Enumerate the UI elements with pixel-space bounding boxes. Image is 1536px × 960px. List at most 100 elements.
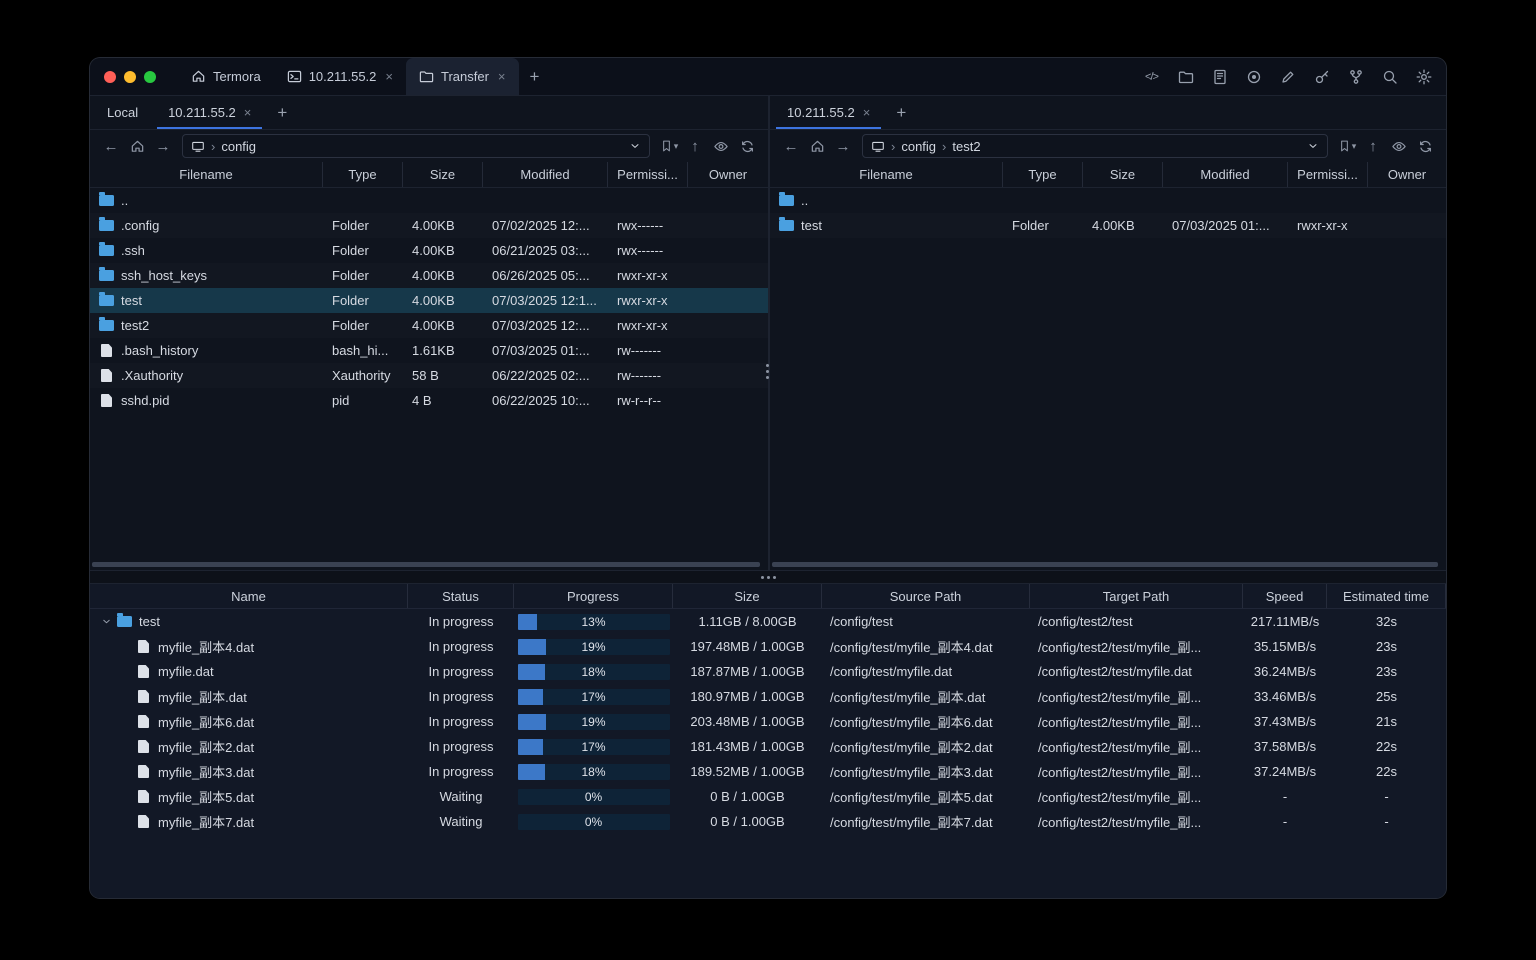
tab-host-session[interactable]: 10.211.55.2 × bbox=[274, 58, 406, 95]
upload-button[interactable]: ↑ bbox=[683, 134, 707, 158]
column-header-owner[interactable]: Owner bbox=[1368, 162, 1446, 187]
file-modified: 07/03/2025 12:1... bbox=[492, 293, 597, 308]
tab-termora[interactable]: Termora bbox=[178, 58, 274, 95]
file-size: 1.61KB bbox=[412, 343, 455, 358]
file-row[interactable]: .config Folder 4.00KB 07/02/2025 12:... … bbox=[90, 213, 768, 238]
right-file-panel: 10.211.55.2 × + ← → › config › test2 ▾ ↑… bbox=[770, 96, 1446, 570]
left-tab-local[interactable]: Local bbox=[92, 96, 153, 129]
transfer-status: In progress bbox=[428, 714, 494, 729]
column-header-size[interactable]: Size bbox=[1083, 162, 1163, 187]
column-header-modified[interactable]: Modified bbox=[1163, 162, 1288, 187]
new-tab-button[interactable]: + bbox=[519, 58, 551, 95]
file-row[interactable]: sshd.pid pid 4 B 06/22/2025 10:... rw-r-… bbox=[90, 388, 768, 413]
close-window-button[interactable] bbox=[104, 70, 116, 83]
zoom-window-button[interactable] bbox=[144, 70, 156, 83]
left-add-tab-button[interactable]: + bbox=[266, 96, 298, 129]
bookmark-button[interactable]: ▾ bbox=[657, 134, 681, 158]
forward-button[interactable]: → bbox=[831, 134, 855, 158]
chevron-down-icon[interactable] bbox=[1307, 140, 1319, 152]
forward-button[interactable]: → bbox=[151, 134, 175, 158]
chevron-down-icon[interactable] bbox=[629, 140, 641, 152]
right-tab-host[interactable]: 10.211.55.2 × bbox=[772, 96, 885, 129]
column-header-permissions[interactable]: Permissi... bbox=[608, 162, 688, 187]
left-path-bar[interactable]: › config bbox=[182, 134, 650, 158]
column-header-source-path[interactable]: Source Path bbox=[822, 584, 1030, 608]
code-icon[interactable]: </> bbox=[1143, 68, 1160, 85]
file-modified: 06/22/2025 02:... bbox=[492, 368, 590, 383]
left-tab-host[interactable]: 10.211.55.2 × bbox=[153, 96, 266, 129]
file-row[interactable]: ssh_host_keys Folder 4.00KB 06/26/2025 0… bbox=[90, 263, 768, 288]
file-row-selected[interactable]: test Folder 4.00KB 07/03/2025 12:1... rw… bbox=[90, 288, 768, 313]
transfer-row[interactable]: myfile_副本.dat In progress 17% 180.97MB /… bbox=[90, 684, 1446, 709]
horizontal-scrollbar[interactable] bbox=[92, 562, 760, 567]
progress-bar: 18% bbox=[517, 763, 670, 780]
macro-record-icon[interactable] bbox=[1245, 68, 1262, 85]
home-button[interactable] bbox=[125, 134, 149, 158]
file-row[interactable]: .bash_history bash_hi... 1.61KB 07/03/20… bbox=[90, 338, 768, 363]
transfer-eta: 22s bbox=[1376, 739, 1397, 754]
refresh-icon[interactable] bbox=[735, 134, 759, 158]
file-type: Folder bbox=[1012, 218, 1049, 233]
file-row[interactable]: .ssh Folder 4.00KB 06/21/2025 03:... rwx… bbox=[90, 238, 768, 263]
column-header-size[interactable]: Size bbox=[673, 584, 822, 608]
file-row[interactable]: .Xauthority Xauthority 58 B 06/22/2025 0… bbox=[90, 363, 768, 388]
horizontal-splitter[interactable] bbox=[90, 570, 1446, 584]
journal-icon[interactable] bbox=[1211, 68, 1228, 85]
column-header-modified[interactable]: Modified bbox=[483, 162, 608, 187]
show-hidden-icon[interactable] bbox=[709, 134, 733, 158]
transfer-row[interactable]: myfile_副本2.dat In progress 17% 181.43MB … bbox=[90, 734, 1446, 759]
column-header-type[interactable]: Type bbox=[323, 162, 403, 187]
horizontal-scrollbar[interactable] bbox=[772, 562, 1438, 567]
back-button[interactable]: ← bbox=[99, 134, 123, 158]
close-icon[interactable]: × bbox=[385, 69, 393, 84]
column-header-filename[interactable]: Filename bbox=[770, 162, 1003, 187]
tab-label: 10.211.55.2 bbox=[308, 69, 377, 84]
close-icon[interactable]: × bbox=[863, 105, 871, 120]
search-icon[interactable] bbox=[1381, 68, 1398, 85]
close-icon[interactable]: × bbox=[244, 105, 252, 120]
refresh-icon[interactable] bbox=[1413, 134, 1437, 158]
column-header-estimated-time[interactable]: Estimated time bbox=[1327, 584, 1446, 608]
column-header-permissions[interactable]: Permissi... bbox=[1288, 162, 1368, 187]
expand-chevron-icon[interactable] bbox=[98, 614, 114, 630]
folder-icon[interactable] bbox=[1177, 68, 1194, 85]
transfer-row[interactable]: myfile_副本3.dat In progress 18% 189.52MB … bbox=[90, 759, 1446, 784]
transfer-row[interactable]: myfile.dat In progress 18% 187.87MB / 1.… bbox=[90, 659, 1446, 684]
back-button[interactable]: ← bbox=[779, 134, 803, 158]
transfer-row[interactable]: myfile_副本4.dat In progress 19% 197.48MB … bbox=[90, 634, 1446, 659]
home-button[interactable] bbox=[805, 134, 829, 158]
upload-button[interactable]: ↑ bbox=[1361, 134, 1385, 158]
column-header-size[interactable]: Size bbox=[403, 162, 483, 187]
tab-transfer[interactable]: Transfer × bbox=[406, 58, 519, 95]
file-row[interactable]: test2 Folder 4.00KB 07/03/2025 12:... rw… bbox=[90, 313, 768, 338]
bookmark-button[interactable]: ▾ bbox=[1335, 134, 1359, 158]
column-header-name[interactable]: Name bbox=[90, 584, 408, 608]
edit-icon[interactable] bbox=[1279, 68, 1296, 85]
path-segment[interactable]: config bbox=[901, 139, 936, 154]
transfer-row[interactable]: test In progress 13% 1.11GB / 8.00GB /co… bbox=[90, 609, 1446, 634]
key-icon[interactable] bbox=[1313, 68, 1330, 85]
transfer-row[interactable]: myfile_副本7.dat Waiting 0% 0 B / 1.00GB /… bbox=[90, 809, 1446, 834]
column-header-status[interactable]: Status bbox=[408, 584, 514, 608]
column-header-filename[interactable]: Filename bbox=[90, 162, 323, 187]
transfer-row[interactable]: myfile_副本6.dat In progress 19% 203.48MB … bbox=[90, 709, 1446, 734]
right-path-bar[interactable]: › config › test2 bbox=[862, 134, 1328, 158]
branch-icon[interactable] bbox=[1347, 68, 1364, 85]
column-header-target-path[interactable]: Target Path bbox=[1030, 584, 1243, 608]
right-add-tab-button[interactable]: + bbox=[885, 96, 917, 129]
close-icon[interactable]: × bbox=[498, 69, 506, 84]
file-row[interactable]: .. bbox=[90, 188, 768, 213]
column-header-speed[interactable]: Speed bbox=[1243, 584, 1327, 608]
path-segment[interactable]: test2 bbox=[952, 139, 980, 154]
minimize-window-button[interactable] bbox=[124, 70, 136, 83]
transfer-name: myfile_副本7.dat bbox=[158, 815, 255, 830]
column-header-progress[interactable]: Progress bbox=[514, 584, 673, 608]
settings-icon[interactable] bbox=[1415, 68, 1432, 85]
show-hidden-icon[interactable] bbox=[1387, 134, 1411, 158]
column-header-owner[interactable]: Owner bbox=[688, 162, 768, 187]
file-row[interactable]: test Folder 4.00KB 07/03/2025 01:... rwx… bbox=[770, 213, 1446, 238]
file-row[interactable]: .. bbox=[770, 188, 1446, 213]
transfer-row[interactable]: myfile_副本5.dat Waiting 0% 0 B / 1.00GB /… bbox=[90, 784, 1446, 809]
column-header-type[interactable]: Type bbox=[1003, 162, 1083, 187]
path-segment[interactable]: config bbox=[221, 139, 256, 154]
